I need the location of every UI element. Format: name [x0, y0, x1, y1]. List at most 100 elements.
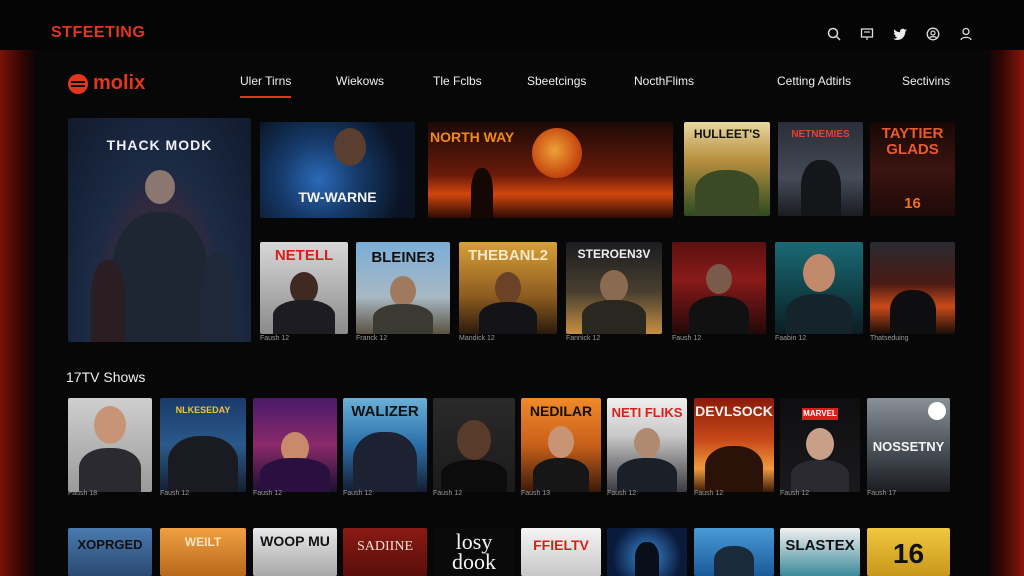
poster-figure: [273, 300, 335, 334]
featured-poster-5[interactable]: TAYTIER GLADS 16: [870, 122, 955, 216]
brand-title: STFEETING: [51, 24, 146, 41]
nav-tab-sbeetcings[interactable]: Sbeetcings: [527, 74, 586, 88]
nav-tab-uler-tirns[interactable]: Uler Tirns: [240, 74, 292, 98]
poster-row1-7[interactable]: [870, 242, 955, 334]
poster-row2-10[interactable]: NOSSETNY: [867, 398, 950, 492]
nav-tab-wiekows[interactable]: Wiekows: [336, 74, 384, 88]
poster-title: SLASTEX: [785, 537, 855, 554]
poster-title: WEILT: [184, 535, 222, 549]
poster-figure: [617, 458, 677, 492]
poster-row2-3[interactable]: [253, 398, 337, 492]
poster-figure-head: [457, 420, 491, 460]
poster-figure: [705, 446, 763, 492]
poster-caption: Faush 12: [780, 490, 810, 497]
featured-poster-4[interactable]: NETNEMIES: [778, 122, 863, 216]
poster-figure: [582, 300, 646, 334]
hero-title: THACK MODK: [106, 137, 213, 153]
twitter-icon[interactable]: [890, 24, 910, 44]
poster-caption: Faush 12: [672, 335, 702, 342]
poster-title: DEVLSOCK: [695, 403, 773, 419]
hero-figure-right: [201, 252, 236, 342]
poster-figure-head: [94, 406, 126, 444]
nav-tab-nocthflims[interactable]: NocthFlims: [634, 74, 694, 88]
poster-figure-head: [333, 128, 366, 166]
poster-figure: [695, 170, 759, 216]
poster-figure: [635, 542, 659, 576]
poster-caption: Faabin 12: [775, 335, 807, 342]
poster-row3-1[interactable]: XOPRGED: [68, 528, 152, 576]
nav-tab-tle-fclbs[interactable]: Tle Fclbs: [433, 74, 482, 88]
poster-sun: [532, 128, 582, 178]
poster-title: WALIZER: [351, 403, 419, 420]
poster-caption: Faush 18: [68, 490, 98, 497]
poster-row2-1[interactable]: [68, 398, 152, 492]
poster-row3-2[interactable]: WEILT: [160, 528, 246, 576]
poster-figure: [800, 160, 841, 216]
poster-row3-9[interactable]: SLASTEX: [780, 528, 860, 576]
featured-poster-2[interactable]: NORTH WAY: [428, 122, 673, 218]
poster-figure: [168, 436, 238, 492]
poster-row3-5[interactable]: losy dook: [433, 528, 515, 576]
poster-figure-head: [548, 426, 574, 458]
poster-figure: [533, 458, 589, 492]
poster-figure-head: [390, 276, 416, 306]
featured-poster-1[interactable]: TW-WARNE: [260, 122, 415, 218]
poster-row1-1[interactable]: NETELL: [260, 242, 348, 334]
poster-title: NORTH WAY: [430, 129, 515, 145]
poster-row1-3[interactable]: THEBANL2: [459, 242, 557, 334]
poster-row2-9[interactable]: MARVEL: [780, 398, 860, 492]
poster-caption: Faush 12: [260, 335, 290, 342]
poster-title: XOPRGED: [77, 537, 143, 552]
search-icon[interactable]: [824, 24, 844, 44]
poster-title: FFIELTV: [533, 537, 589, 553]
poster-row3-3[interactable]: WOOP MU: [253, 528, 337, 576]
poster-caption: Faush 12: [160, 490, 190, 497]
poster-row1-2[interactable]: BLEINE3: [356, 242, 450, 334]
poster-row3-7[interactable]: [607, 528, 687, 576]
poster-title: MARVEL: [802, 408, 838, 420]
poster-row1-6[interactable]: [775, 242, 863, 334]
account-circle-icon[interactable]: [923, 24, 943, 44]
poster-row1-4[interactable]: STEROEN3V: [566, 242, 662, 334]
poster-caption: Faush 12: [607, 490, 637, 497]
poster-title: TW-WARNE: [298, 189, 377, 205]
poster-row3-8[interactable]: [694, 528, 774, 576]
badge-icon: [928, 402, 946, 420]
poster-row2-8[interactable]: DEVLSOCK: [694, 398, 774, 492]
poster-figure-head: [495, 272, 521, 304]
user-icon[interactable]: [956, 24, 976, 44]
poster-row3-4[interactable]: SADIINE: [343, 528, 427, 576]
nav-tab-cetting-adtirls[interactable]: Cetting Adtirls: [777, 74, 851, 88]
poster-row2-5[interactable]: [433, 398, 515, 492]
poster-caption: Faush 12: [253, 490, 283, 497]
hero-poster[interactable]: THACK MODK: [68, 118, 251, 342]
poster-figure-head: [600, 270, 628, 302]
poster-caption: Faush 12: [433, 490, 463, 497]
poster-row2-7[interactable]: NETI FLIKS: [607, 398, 687, 492]
poster-row3-6[interactable]: FFIELTV: [521, 528, 601, 576]
app-logo[interactable]: molix: [68, 72, 145, 95]
poster-row3-10[interactable]: 16: [867, 528, 950, 576]
poster-title: NETI FLIKS: [611, 405, 683, 420]
poster-figure: [786, 294, 852, 334]
hero-figure-left: [91, 260, 126, 342]
poster-row2-6[interactable]: NEDILAR: [521, 398, 601, 492]
cast-icon[interactable]: [857, 24, 877, 44]
poster-figure: [441, 460, 507, 492]
logo-icon: [68, 73, 88, 94]
poster-figure: [79, 448, 141, 492]
nav-tab-sectivins[interactable]: Sectivins: [902, 74, 950, 88]
poster-caption: Faush 12: [694, 490, 724, 497]
poster-figure: [470, 168, 493, 218]
poster-row1-5[interactable]: [672, 242, 766, 334]
logo-text: molix: [93, 72, 146, 94]
poster-row2-2[interactable]: NLKESEDAY: [160, 398, 246, 492]
section-title: 17TV Shows: [66, 369, 146, 385]
top-icons: [824, 24, 976, 44]
poster-title: NETNEMIES: [791, 129, 850, 140]
poster-title: NOSSETNY: [872, 439, 945, 454]
featured-poster-3[interactable]: HULLEET'S: [684, 122, 770, 216]
poster-row2-4[interactable]: WALIZER: [343, 398, 427, 492]
poster-figure: [479, 302, 537, 334]
poster-caption: Faush 17: [867, 490, 897, 497]
